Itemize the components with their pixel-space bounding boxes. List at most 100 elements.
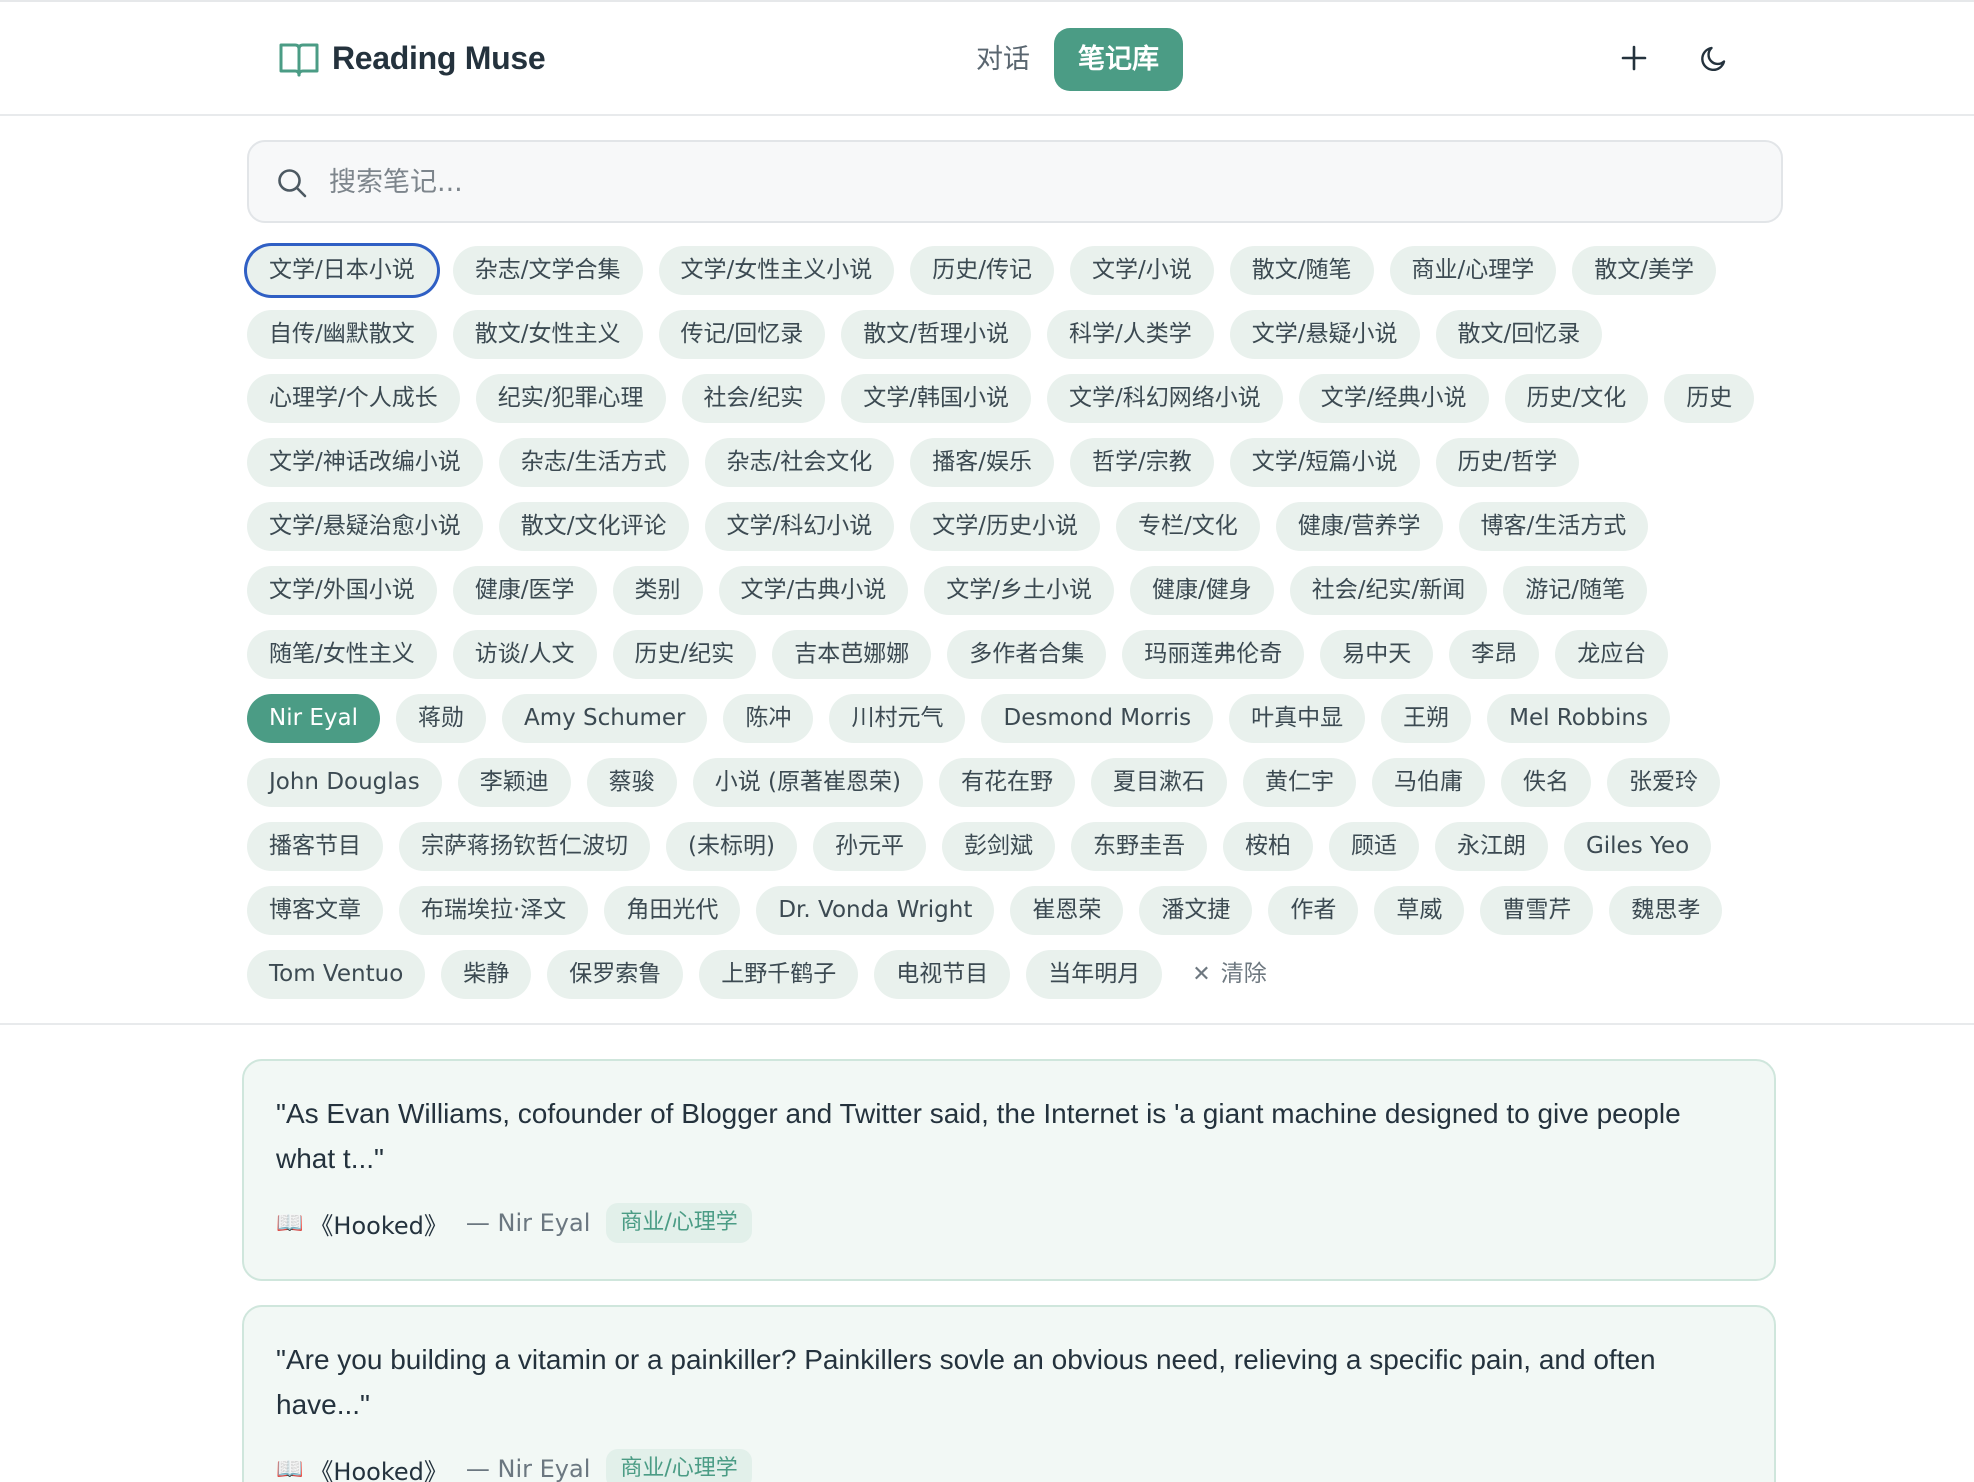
tag-chip[interactable]: 心理学/个人成长 <box>247 374 460 423</box>
note-card[interactable]: "Are you building a vitamin or a painkil… <box>242 1305 1776 1482</box>
tag-chip[interactable]: 黄仁宇 <box>1243 758 1357 807</box>
tag-chip[interactable]: Dr. Vonda Wright <box>756 886 995 935</box>
tag-chip[interactable]: 文学/悬疑治愈小说 <box>247 502 483 551</box>
tag-chip[interactable]: 潘文捷 <box>1139 886 1253 935</box>
tag-chip[interactable]: 文学/韩国小说 <box>841 374 1031 423</box>
tag-chip[interactable]: 播客/娱乐 <box>910 438 1054 487</box>
tag-chip[interactable]: (未标明) <box>666 822 797 871</box>
tag-chip[interactable]: 桉柏 <box>1222 822 1313 871</box>
tag-chip[interactable]: 杂志/生活方式 <box>498 438 689 487</box>
add-button[interactable] <box>1616 40 1652 76</box>
tag-chip[interactable]: 传记/回忆录 <box>658 310 826 359</box>
tag-chip[interactable]: Desmond Morris <box>981 694 1214 743</box>
search-input[interactable] <box>329 156 1749 208</box>
tag-chip[interactable]: Tom Ventuo <box>247 950 426 999</box>
tag-chip[interactable]: 历史 <box>1664 374 1755 423</box>
note-category-tag[interactable]: 商业/心理学 <box>606 1203 752 1243</box>
tag-chip[interactable]: 杂志/社会文化 <box>704 438 895 487</box>
tag-chip[interactable]: 李昂 <box>1449 630 1540 679</box>
tag-chip[interactable]: 访谈/人文 <box>452 630 597 679</box>
tag-chip[interactable]: 散文/文化评论 <box>498 502 689 551</box>
tag-chip[interactable]: 草威 <box>1374 886 1465 935</box>
tag-chip[interactable]: 历史/纪实 <box>612 630 757 679</box>
nav-tab-notes[interactable]: 笔记库 <box>1054 28 1183 91</box>
note-author[interactable]: — Nir Eyal <box>466 1455 591 1482</box>
tag-chip[interactable]: 东野圭吾 <box>1070 822 1207 871</box>
tag-chip[interactable]: 崔恩荣 <box>1010 886 1124 935</box>
tag-chip[interactable]: 文学/历史小说 <box>910 502 1100 551</box>
tag-chip[interactable]: 社会/纪实 <box>681 374 826 423</box>
tag-chip[interactable]: 蒋勋 <box>396 694 486 743</box>
tag-chip[interactable]: 多作者合集 <box>947 630 1107 679</box>
tag-chip[interactable]: 散文/美学 <box>1572 246 1716 295</box>
tag-chip[interactable]: 科学/人类学 <box>1047 310 1214 359</box>
nav-tab-chat[interactable]: 对话 <box>952 28 1054 91</box>
tag-chip[interactable]: 文学/短篇小说 <box>1229 438 1420 487</box>
tag-chip[interactable]: 张爱玲 <box>1607 758 1721 807</box>
tag-chip[interactable]: 文学/外国小说 <box>247 566 437 615</box>
tag-chip[interactable]: 社会/纪实/新闻 <box>1289 566 1488 615</box>
tag-chip[interactable]: 佚名 <box>1501 758 1592 807</box>
tag-chip[interactable]: 保罗索鲁 <box>547 950 684 999</box>
tag-chip[interactable]: 文学/日本小说 <box>247 246 437 295</box>
tag-chip[interactable]: 散文/回忆录 <box>1435 310 1603 359</box>
tag-chip[interactable]: 有花在野 <box>939 758 1076 807</box>
tag-chip[interactable]: 杂志/文学合集 <box>452 246 643 295</box>
tag-chip[interactable]: John Douglas <box>247 758 442 807</box>
tag-chip[interactable]: 魏思孝 <box>1609 886 1723 935</box>
tag-chip[interactable]: 孙元平 <box>812 822 926 871</box>
app-logo[interactable]: Reading Muse <box>278 38 546 78</box>
tag-chip[interactable]: 蔡骏 <box>586 758 677 807</box>
clear-filter-button[interactable]: ✕ 清除 <box>1178 950 1280 999</box>
tag-chip[interactable]: 哲学/宗教 <box>1070 438 1214 487</box>
note-book-title[interactable]: 《Hooked》 <box>309 1452 447 1482</box>
tag-chip[interactable]: 王朔 <box>1381 694 1472 743</box>
tag-chip[interactable]: 文学/悬疑小说 <box>1229 310 1420 359</box>
tag-chip[interactable]: 永江朗 <box>1434 822 1548 871</box>
note-category-tag[interactable]: 商业/心理学 <box>606 1449 752 1482</box>
tag-chip[interactable]: 夏目漱石 <box>1091 758 1228 807</box>
tag-chip[interactable]: 历史/哲学 <box>1435 438 1580 487</box>
tag-chip[interactable]: 健康/营养学 <box>1275 502 1443 551</box>
tag-chip[interactable]: 散文/哲理小说 <box>841 310 1031 359</box>
tag-chip[interactable]: 博客文章 <box>247 886 383 935</box>
tag-chip[interactable]: 吉本芭娜娜 <box>772 630 932 679</box>
tag-chip[interactable]: 类别 <box>612 566 703 615</box>
tag-chip[interactable]: 当年明月 <box>1026 950 1163 999</box>
tag-chip[interactable]: 文学/科幻小说 <box>704 502 895 551</box>
tag-chip[interactable]: 文学/乡土小说 <box>924 566 1114 615</box>
tag-chip[interactable]: 文学/科幻网络小说 <box>1047 374 1283 423</box>
tag-chip[interactable]: 李颖迪 <box>457 758 571 807</box>
tag-chip[interactable]: 宗萨蒋扬钦哲仁波切 <box>399 822 650 871</box>
tag-chip[interactable]: 川村元气 <box>829 694 966 743</box>
theme-toggle-button[interactable] <box>1696 40 1732 76</box>
tag-chip[interactable]: 作者 <box>1268 886 1359 935</box>
tag-chip[interactable]: 游记/随笔 <box>1503 566 1647 615</box>
tag-chip[interactable]: 叶真中显 <box>1229 694 1366 743</box>
tag-chip[interactable]: 彭剑斌 <box>941 822 1055 871</box>
tag-chip[interactable]: 马伯庸 <box>1372 758 1486 807</box>
tag-chip[interactable]: 历史/传记 <box>910 246 1054 295</box>
tag-chip[interactable]: Mel Robbins <box>1487 694 1670 743</box>
tag-chip[interactable]: 播客节目 <box>247 822 383 871</box>
note-book-title[interactable]: 《Hooked》 <box>309 1206 447 1241</box>
tag-chip[interactable]: 玛丽莲弗伦奇 <box>1122 630 1305 679</box>
tag-chip[interactable]: 上野千鹤子 <box>699 950 859 999</box>
tag-chip[interactable]: 顾适 <box>1328 822 1419 871</box>
tag-chip[interactable]: 陈冲 <box>723 694 814 743</box>
note-author[interactable]: — Nir Eyal <box>466 1209 591 1237</box>
tag-chip[interactable]: 龙应台 <box>1555 630 1669 679</box>
tag-chip[interactable]: 文学/神话改编小说 <box>247 438 483 487</box>
tag-chip[interactable]: 散文/随笔 <box>1229 246 1374 295</box>
tag-chip[interactable]: Nir Eyal <box>247 694 380 743</box>
tag-chip[interactable]: 柴静 <box>441 950 532 999</box>
tag-chip[interactable]: 曹雪芹 <box>1480 886 1594 935</box>
tag-chip[interactable]: 小说 (原著崔恩荣) <box>692 758 924 807</box>
tag-chip[interactable]: 易中天 <box>1320 630 1434 679</box>
tag-chip[interactable]: 角田光代 <box>604 886 741 935</box>
tag-chip[interactable]: 博客/生活方式 <box>1458 502 1649 551</box>
tag-chip[interactable]: 文学/古典小说 <box>718 566 909 615</box>
tag-chip[interactable]: Giles Yeo <box>1563 822 1712 871</box>
tag-chip[interactable]: 电视节目 <box>874 950 1011 999</box>
tag-chip[interactable]: 文学/女性主义小说 <box>658 246 895 295</box>
